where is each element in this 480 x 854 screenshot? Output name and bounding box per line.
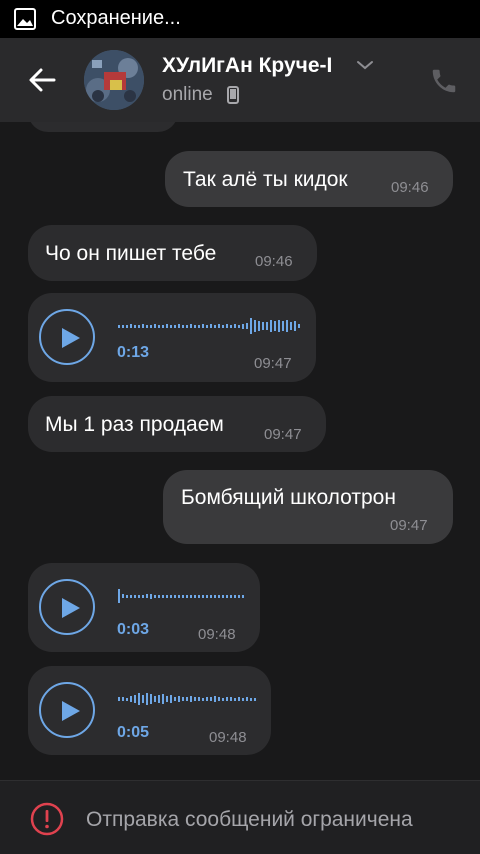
exclamation-circle-icon <box>30 802 64 836</box>
chat-header: ХУлИгАн Круче-І online <box>0 38 480 122</box>
play-icon <box>62 328 80 348</box>
chevron-down-icon[interactable] <box>356 59 374 71</box>
message-text: Бомбящий школотрон <box>181 486 396 509</box>
phone-icon[interactable] <box>429 66 459 96</box>
voice-duration: 0:03 <box>117 621 150 638</box>
message-time: 09:47 <box>390 517 428 534</box>
play-icon <box>62 701 80 721</box>
arrow-left-icon[interactable] <box>24 64 60 96</box>
restriction-bar: Отправка сообщений ограничена <box>0 780 480 854</box>
message-time: 09:47 <box>254 355 292 372</box>
play-button[interactable] <box>39 579 95 635</box>
message-bubble[interactable]: Так алё ты кидок 09:46 <box>165 151 453 207</box>
message-bubble-partial <box>28 122 178 132</box>
play-icon <box>62 598 80 618</box>
chat-title[interactable]: ХУлИгАн Круче-І <box>162 54 332 78</box>
message-text: Так алё ты кидок <box>183 168 348 191</box>
voice-waveform[interactable] <box>118 688 258 710</box>
play-button[interactable] <box>39 682 95 738</box>
message-text: Мы 1 раз продаем <box>45 413 224 436</box>
message-time: 09:46 <box>391 179 429 196</box>
voice-message[interactable]: 0:05 09:48 <box>28 666 271 755</box>
message-bubble[interactable]: Чо он пишет тебе 09:46 <box>28 225 317 281</box>
message-time: 09:46 <box>255 253 293 270</box>
voice-waveform[interactable] <box>118 315 302 337</box>
message-time: 09:47 <box>264 426 302 443</box>
status-bar: Сохранение... <box>0 0 480 38</box>
voice-waveform[interactable] <box>118 585 246 607</box>
message-time: 09:48 <box>209 729 247 746</box>
online-status: online <box>162 84 213 105</box>
mobile-phone-icon <box>227 86 239 104</box>
status-notification-text: Сохранение... <box>51 7 181 29</box>
message-bubble[interactable]: Мы 1 раз продаем 09:47 <box>28 396 326 452</box>
voice-message[interactable]: 0:03 09:48 <box>28 563 260 652</box>
avatar[interactable] <box>84 50 144 110</box>
image-icon <box>14 8 36 30</box>
message-text: Чо он пишет тебе <box>45 242 217 265</box>
voice-duration: 0:05 <box>117 724 150 741</box>
message-bubble[interactable]: Бомбящий школотрон 09:47 <box>163 470 453 544</box>
restriction-text: Отправка сообщений ограничена <box>86 808 413 831</box>
voice-duration: 0:13 <box>117 344 150 361</box>
play-button[interactable] <box>39 309 95 365</box>
message-list[interactable]: Так алё ты кидок 09:46 Чо он пишет тебе … <box>0 122 480 780</box>
message-time: 09:48 <box>198 626 236 643</box>
voice-message[interactable]: 0:13 09:47 <box>28 293 316 382</box>
